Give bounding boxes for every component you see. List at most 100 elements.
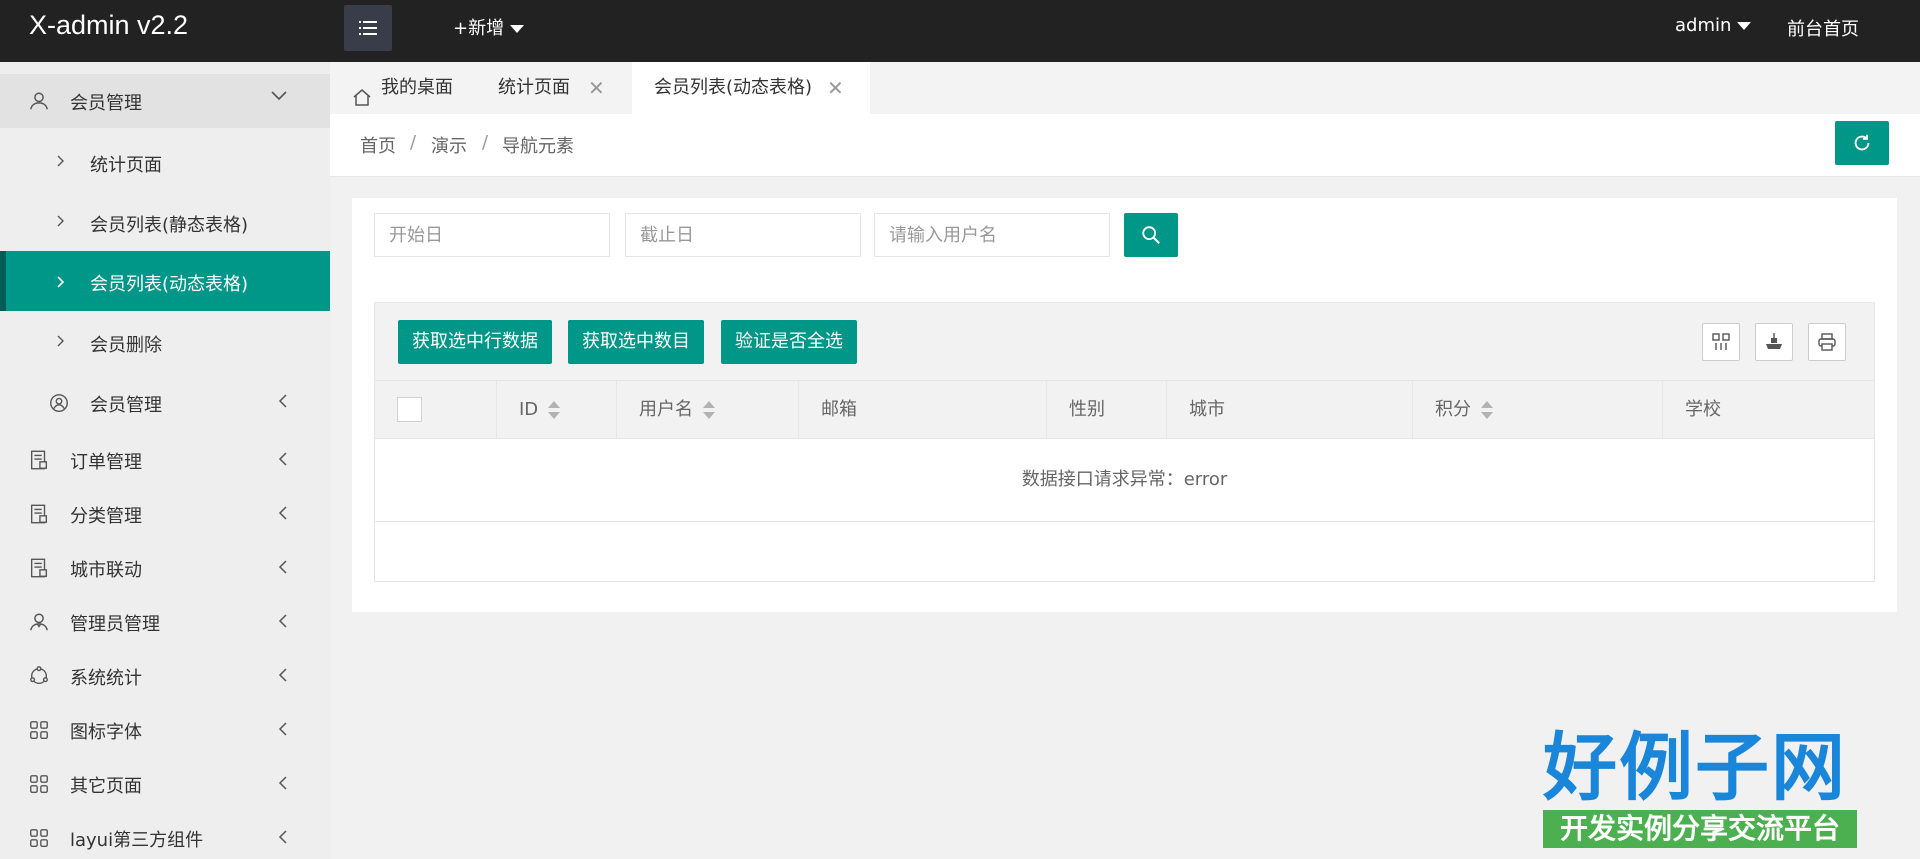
sidebar-item-member-management-sub[interactable]: 会员管理 xyxy=(0,378,330,428)
user-label: admin xyxy=(1675,15,1732,36)
print-icon xyxy=(1818,333,1836,351)
sidebar-item-label: 系统统计 xyxy=(70,668,142,689)
column-label: ID xyxy=(519,399,539,420)
chevron-down-icon xyxy=(270,86,288,109)
columns-filter-button[interactable] xyxy=(1702,323,1740,361)
column-label: 积分 xyxy=(1435,399,1471,420)
get-selected-count-button[interactable]: 获取选中数目 xyxy=(568,320,704,364)
sidebar-item-admin-management[interactable]: 管理员管理 xyxy=(0,595,330,649)
sidebar-item-layui-components[interactable]: layui第三方组件 xyxy=(0,811,330,859)
close-icon[interactable]: ✕ xyxy=(827,62,844,114)
watermark-title: 好例子网 xyxy=(1543,725,1847,811)
menu-toggle-button[interactable] xyxy=(344,5,392,51)
breadcrumb-demo[interactable]: 演示 xyxy=(431,132,467,158)
breadcrumb: 首页 / 演示 / 导航元素 xyxy=(330,114,1920,177)
chevron-left-icon xyxy=(278,505,288,526)
search-button[interactable] xyxy=(1124,213,1178,257)
column-header-id[interactable]: ID xyxy=(497,381,617,438)
chevron-right-icon xyxy=(56,212,66,233)
column-header-city: 城市 xyxy=(1167,381,1413,438)
sidebar-item-member-list-dynamic[interactable]: 会员列表(动态表格) xyxy=(0,251,330,311)
sidebar-item-label: 会员列表(动态表格) xyxy=(90,274,249,295)
print-button[interactable] xyxy=(1808,323,1846,361)
sidebar-item-stats-page[interactable]: 统计页面 xyxy=(0,138,330,188)
chevron-right-icon xyxy=(56,332,66,353)
tab-label: 我的桌面 xyxy=(381,77,453,98)
export-button[interactable] xyxy=(1755,323,1793,361)
breadcrumb-home[interactable]: 首页 xyxy=(360,132,396,158)
chevron-left-icon xyxy=(278,829,288,850)
column-label: 学校 xyxy=(1685,399,1721,420)
city-icon xyxy=(28,557,50,579)
sidebar-item-city-linkage[interactable]: 城市联动 xyxy=(0,541,330,595)
grid-icon xyxy=(28,719,50,741)
column-header-score[interactable]: 积分 xyxy=(1413,381,1663,438)
column-label: 城市 xyxy=(1189,399,1225,420)
stats-icon xyxy=(28,665,50,687)
table-toolbar: 获取选中行数据 获取选中数目 验证是否全选 xyxy=(375,303,1874,381)
sidebar-item-label: 统计页面 xyxy=(90,155,162,176)
sort-icon[interactable] xyxy=(703,401,715,419)
chevron-left-icon xyxy=(278,613,288,634)
column-header-school: 学校 xyxy=(1663,381,1874,438)
tab-label: 统计页面 xyxy=(498,77,570,98)
refresh-button[interactable] xyxy=(1835,121,1889,165)
user-icon xyxy=(28,90,50,112)
add-new-menu[interactable]: +新增 xyxy=(453,14,525,40)
sidebar-item-order-management[interactable]: 订单管理 xyxy=(0,433,330,487)
watermark-logo: 好例子网 开发实例分享交流平台 xyxy=(1543,726,1857,849)
end-date-input[interactable] xyxy=(625,213,861,257)
tab-member-list-dynamic[interactable]: 会员列表(动态表格) ✕ xyxy=(632,62,870,114)
sort-icon[interactable] xyxy=(1481,401,1493,419)
data-table: 获取选中行数据 获取选中数目 验证是否全选 ID 用户名 邮箱 性别 城市 积分… xyxy=(374,302,1875,582)
get-selected-rows-button[interactable]: 获取选中行数据 xyxy=(398,320,552,364)
chevron-left-icon xyxy=(278,721,288,742)
chevron-left-icon xyxy=(278,667,288,688)
sidebar-item-label: 图标字体 xyxy=(70,722,142,743)
sidebar-item-category-management[interactable]: 分类管理 xyxy=(0,487,330,541)
select-all-checkbox[interactable] xyxy=(397,397,422,422)
breadcrumb-separator: / xyxy=(482,132,489,153)
export-icon xyxy=(1766,333,1782,349)
column-label: 邮箱 xyxy=(821,399,857,420)
watermark-subtitle: 开发实例分享交流平台 xyxy=(1543,810,1857,848)
chevron-left-icon xyxy=(278,393,288,414)
user-menu[interactable]: admin xyxy=(1675,15,1752,36)
tab-my-desktop[interactable]: 我的桌面 xyxy=(330,62,460,114)
close-icon[interactable]: ✕ xyxy=(588,62,605,114)
sidebar-item-label: 管理员管理 xyxy=(70,614,160,635)
refresh-icon xyxy=(1854,134,1870,151)
tab-label: 会员列表(动态表格) xyxy=(654,77,813,98)
top-bar: X-admin v2.2 +新增 admin 前台首页 xyxy=(0,0,1920,62)
sidebar-item-label: 城市联动 xyxy=(70,560,142,581)
grid-icon xyxy=(28,773,50,795)
sidebar-item-other-pages[interactable]: 其它页面 xyxy=(0,757,330,811)
sidebar-item-label: 会员管理 xyxy=(70,93,142,114)
admin-icon xyxy=(28,611,50,633)
sidebar-item-member-management[interactable]: 会员管理 xyxy=(0,74,330,128)
tab-bar: 我的桌面 统计页面 ✕ 会员列表(动态表格) ✕ xyxy=(330,62,1920,114)
check-all-selected-button[interactable]: 验证是否全选 xyxy=(721,320,857,364)
sidebar-item-member-list-static[interactable]: 会员列表(静态表格) xyxy=(0,198,330,248)
start-date-input[interactable] xyxy=(374,213,610,257)
grid-icon xyxy=(28,827,50,849)
menu-list-icon xyxy=(359,21,377,35)
sort-icon[interactable] xyxy=(548,401,561,419)
app-logo-title[interactable]: X-admin v2.2 xyxy=(29,10,188,41)
chevron-right-icon xyxy=(56,152,66,173)
column-label: 用户名 xyxy=(639,399,693,420)
username-search-input[interactable] xyxy=(874,213,1110,257)
sidebar-item-icon-fonts[interactable]: 图标字体 xyxy=(0,703,330,757)
sidebar-item-system-stats[interactable]: 系统统计 xyxy=(0,649,330,703)
sidebar-item-label: 分类管理 xyxy=(70,506,142,527)
column-header-email: 邮箱 xyxy=(799,381,1047,438)
front-home-link[interactable]: 前台首页 xyxy=(1787,15,1859,41)
search-icon xyxy=(1142,226,1160,244)
user-circle-icon xyxy=(48,392,70,414)
category-icon xyxy=(28,503,50,525)
sidebar-item-member-delete[interactable]: 会员删除 xyxy=(0,318,330,368)
sidebar: 会员管理 统计页面 会员列表(静态表格) 会员列表(动态表格) 会员删除 会员管… xyxy=(0,62,330,859)
tab-stats-page[interactable]: 统计页面 ✕ xyxy=(460,62,620,114)
table-header: ID 用户名 邮箱 性别 城市 积分 学校 xyxy=(375,381,1874,439)
column-header-username[interactable]: 用户名 xyxy=(617,381,799,438)
